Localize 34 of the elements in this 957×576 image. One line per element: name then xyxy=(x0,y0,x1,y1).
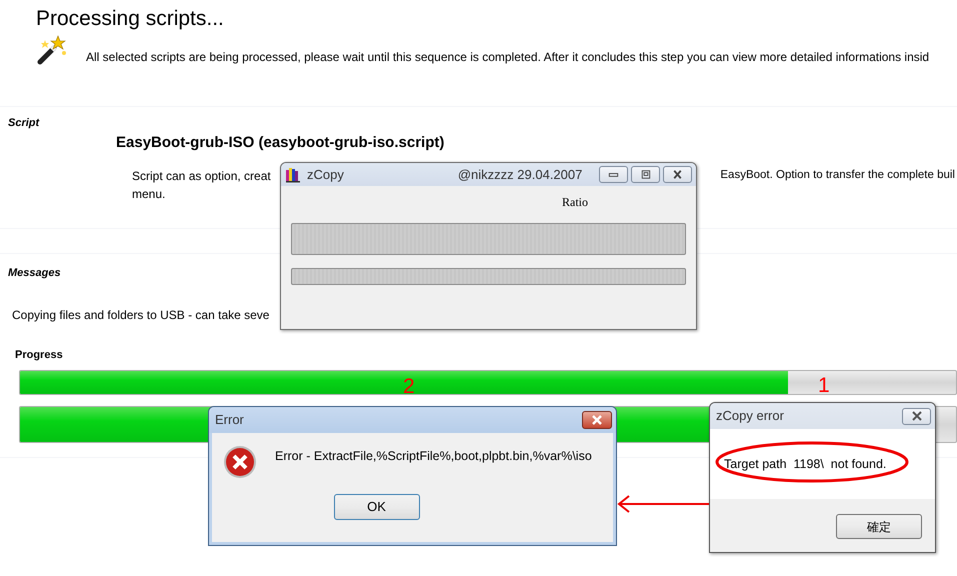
close-icon xyxy=(673,170,682,180)
annotation-number: 1 xyxy=(818,375,830,396)
description-text: Script can as option, creat xyxy=(132,168,271,185)
close-button[interactable] xyxy=(902,408,931,424)
window-title: zCopy xyxy=(307,166,344,184)
maximize-icon xyxy=(642,170,650,179)
description-text: EasyBoot. Option to transfer the complete buil xyxy=(720,168,955,183)
window-title: Error xyxy=(214,411,244,430)
magic-wand-icon xyxy=(36,34,68,66)
info-text: All selected scripts are being processed, please wait until this sequence is completed. After it concludes this step you can view more detailed informations insid xyxy=(86,49,930,66)
ok-button[interactable]: 確定 xyxy=(836,514,922,539)
ok-button[interactable]: OK xyxy=(334,494,420,520)
description-text: menu. xyxy=(132,187,166,201)
message-text: Copying files and folders to USB - can take seve xyxy=(12,308,270,322)
error-message: Target path 1198\ not found. xyxy=(724,457,886,471)
close-button[interactable] xyxy=(582,411,612,429)
error-message: Error - ExtractFile,%ScriptFile%,boot,plpbt.bin,%var%\iso xyxy=(275,448,592,465)
script-title: EasyBoot-grub-ISO (easyboot-grub-iso.script) xyxy=(116,132,444,152)
minimize-icon xyxy=(608,173,618,177)
close-icon xyxy=(592,414,602,426)
maximize-button[interactable] xyxy=(631,166,660,183)
ratio-label: Ratio xyxy=(562,195,588,209)
error-icon xyxy=(223,445,257,479)
section-label: Messages xyxy=(8,266,61,281)
close-icon xyxy=(912,411,922,421)
close-button[interactable] xyxy=(663,166,692,183)
minimize-button[interactable] xyxy=(599,166,628,183)
page-title: Processing scripts... xyxy=(36,6,224,32)
window-subtitle: @nikzzzz 29.04.2007 xyxy=(458,166,582,184)
window-title: zCopy error xyxy=(715,407,784,426)
books-icon xyxy=(285,166,301,182)
section-label: Script xyxy=(8,116,40,131)
section-label: Progress xyxy=(15,348,63,362)
annotation-number: 2 xyxy=(403,376,415,397)
